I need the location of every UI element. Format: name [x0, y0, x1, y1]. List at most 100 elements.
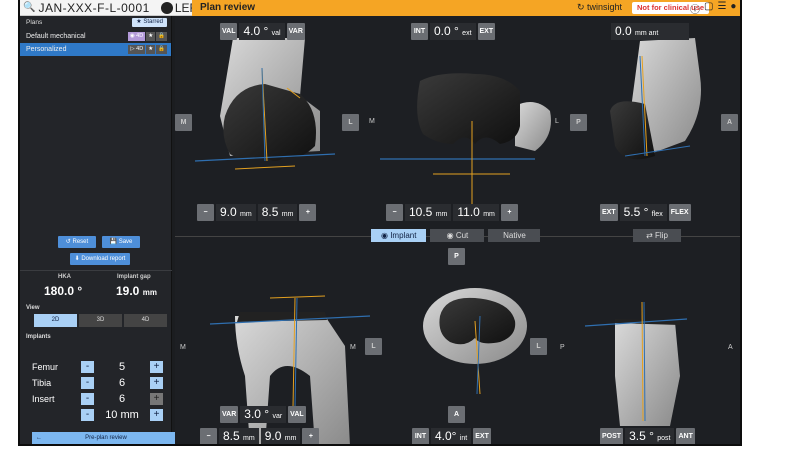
- orient-medial-bottom: M: [180, 344, 186, 351]
- plus-button[interactable]: +: [302, 428, 320, 444]
- view-2d-button[interactable]: 2D: [34, 314, 77, 327]
- knee-icon: [160, 2, 173, 14]
- flexion-readout: 5.5 ° flex: [619, 204, 667, 221]
- medial-posterior-resection: 10.5 mm: [405, 204, 452, 221]
- medial-resection: 9.0 mm: [216, 204, 256, 221]
- insert-thickness: 10 mm: [105, 409, 139, 421]
- plan-4d-toggle[interactable]: ▷ 4D: [128, 45, 146, 54]
- femur-coronal-view: [194, 38, 336, 170]
- orient-medial: M: [175, 114, 192, 131]
- rotation-control: INT 0.0 ° ext EXT: [411, 23, 496, 40]
- external-button[interactable]: EXT: [473, 428, 491, 444]
- plan-4d-toggle[interactable]: ◉ 4D: [127, 32, 146, 41]
- varus-button[interactable]: VAR: [220, 406, 239, 423]
- insert-plus-button[interactable]: +: [150, 393, 163, 405]
- tibia-rotation-readout: 4.0° int: [431, 428, 472, 444]
- top-bar: 🔍 JAN-XXX-F-L-0001 LEFT Plan review ↻ tw…: [20, 0, 740, 16]
- femur-size: 5: [118, 361, 126, 373]
- menu-icon[interactable]: ☰: [717, 1, 726, 16]
- orient-anterior-tibia-sagittal: A: [728, 344, 733, 351]
- plus-button[interactable]: +: [500, 204, 518, 221]
- femur-plus-button[interactable]: +: [150, 361, 163, 373]
- external-button[interactable]: EXT: [477, 23, 496, 40]
- varus-valgus-control: VAL 4.0 ° val VAR: [220, 23, 305, 40]
- view-4d-button[interactable]: 4D: [124, 314, 167, 327]
- femur-sagittal-view: [610, 38, 701, 160]
- ap-position-control: 0.0 mm ant: [611, 23, 689, 40]
- plus-button[interactable]: +: [299, 204, 317, 221]
- plan-name: Personalized: [26, 46, 67, 53]
- plans-label: Plans: [26, 18, 43, 26]
- thickness-minus-button[interactable]: -: [81, 409, 94, 421]
- orient-posterior: P: [570, 114, 587, 131]
- ap-readout: 0.0 mm ant: [611, 23, 689, 40]
- orient-anterior: A: [721, 114, 738, 131]
- star-icon[interactable]: ★: [146, 32, 156, 41]
- orient-lateral-tibia-axial: L: [530, 338, 547, 355]
- varus-valgus-readout: 4.0 ° val: [239, 23, 285, 40]
- help-icon[interactable]: ⓘ: [690, 1, 700, 16]
- save-button[interactable]: 💾 Save: [102, 236, 140, 248]
- implant-label: Tibia: [32, 378, 52, 388]
- tibia-sagittal-view: [584, 301, 688, 426]
- chat-icon[interactable]: ▢: [704, 1, 713, 16]
- title-tab: Plan review ↻ twinsight Not for clinical…: [192, 0, 740, 16]
- display-mode-tabs: ◉ Implant ◉ Cut Native: [371, 229, 541, 242]
- rotation-readout: 0.0 ° ext: [430, 23, 476, 40]
- tibia-axial-view: [423, 288, 527, 395]
- thickness-plus-button[interactable]: +: [150, 409, 163, 421]
- pre-plan-review-button[interactable]: ← Pre-plan review: [32, 432, 180, 444]
- lock-icon[interactable]: 🔒: [156, 45, 167, 54]
- valgus-button[interactable]: VAL: [220, 23, 238, 40]
- internal-button[interactable]: INT: [411, 23, 428, 40]
- divider: [20, 270, 172, 271]
- tibia-varus-readout: 3.0 ° var: [240, 406, 287, 423]
- minus-button[interactable]: −: [200, 428, 217, 444]
- implant-row-tibia: Tibia - 6 +: [20, 376, 172, 390]
- internal-button[interactable]: INT: [412, 428, 429, 444]
- plan-item-default-mechanical[interactable]: Default mechanical ◉ 4D ★ 🔒: [20, 30, 171, 43]
- tibia-size: 6: [118, 377, 126, 389]
- femur-resection-control: − 9.0 mm 8.5 mm +: [197, 204, 317, 221]
- flip-button[interactable]: ⇄ Flip: [633, 229, 681, 242]
- orient-lateral-axial: L: [555, 118, 559, 125]
- starred-filter-button[interactable]: ★ Starred: [132, 17, 167, 27]
- lock-icon[interactable]: 🔒: [156, 32, 167, 41]
- minus-button[interactable]: −: [197, 204, 214, 221]
- case-id: JAN-XXX-F-L-0001: [38, 1, 150, 15]
- tibia-slope-control: POST 3.5 ° post ANT: [600, 428, 695, 444]
- implant-gap-label: Implant gap: [117, 274, 151, 280]
- star-icon[interactable]: ★: [146, 45, 156, 54]
- tab-native[interactable]: Native: [488, 229, 541, 242]
- varus-button[interactable]: VAR: [286, 23, 305, 40]
- arrow-left-icon: ←: [36, 435, 42, 441]
- orient-posterior-tibia-sagittal: P: [560, 344, 565, 351]
- orient-medial-axial: M: [369, 118, 375, 125]
- reset-button[interactable]: ↺ Reset: [58, 236, 96, 248]
- valgus-button[interactable]: VAL: [288, 406, 306, 423]
- flexion-button[interactable]: FLEX: [668, 204, 691, 221]
- hka-value: 180.0 °: [44, 284, 83, 298]
- anterior-button[interactable]: ANT: [676, 428, 695, 444]
- tab-implant[interactable]: ◉ Implant: [371, 229, 427, 242]
- plan-item-personalized[interactable]: Personalized ▷ 4D ★ 🔒: [20, 43, 171, 56]
- tibia-varus-control: VAR 3.0 ° var VAL: [220, 406, 306, 423]
- view-3d-button[interactable]: 3D: [79, 314, 122, 327]
- minus-button[interactable]: −: [386, 204, 403, 221]
- insert-minus-button[interactable]: -: [81, 393, 94, 405]
- search-icon[interactable]: 🔍: [23, 0, 35, 16]
- tab-cut[interactable]: ◉ Cut: [430, 229, 485, 242]
- tibia-plus-button[interactable]: +: [150, 377, 163, 389]
- lateral-resection: 8.5 mm: [257, 204, 298, 221]
- page-title: Plan review: [200, 2, 256, 13]
- posterior-button[interactable]: POST: [600, 428, 624, 444]
- insert-size: 6: [118, 393, 126, 405]
- avatar[interactable]: ●: [730, 1, 736, 16]
- topbar-icons: ⓘ ▢ ☰ ●: [690, 1, 736, 16]
- femur-minus-button[interactable]: -: [81, 361, 94, 373]
- extension-button[interactable]: EXT: [600, 204, 618, 221]
- download-report-button[interactable]: ⬇ Download report: [70, 253, 130, 265]
- tibia-minus-button[interactable]: -: [81, 377, 94, 389]
- plan-name: Default mechanical: [26, 33, 86, 40]
- tibia-coronal-view: [209, 295, 371, 444]
